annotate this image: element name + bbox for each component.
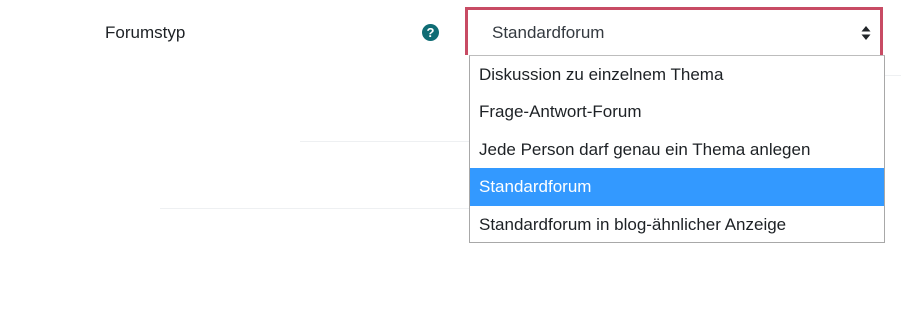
option-standardforum[interactable]: Standardforum (470, 168, 884, 206)
option-jede-person-ein-thema[interactable]: Jede Person darf genau ein Thema anlegen (470, 131, 884, 168)
field-label-forumstyp: Forumstyp (105, 23, 186, 42)
divider (300, 141, 470, 142)
help-icon[interactable]: ? (422, 24, 439, 41)
divider (160, 208, 470, 209)
forum-type-options-list: Diskussion zu einzelnem Thema Frage-Antw… (469, 55, 885, 243)
select-current-value: Standardforum (492, 23, 605, 42)
forum-type-select[interactable]: Standardforum (471, 13, 879, 53)
option-diskussion-einzelnes-thema[interactable]: Diskussion zu einzelnem Thema (470, 56, 884, 93)
sort-arrows-icon (861, 26, 871, 40)
option-standardforum-blog[interactable]: Standardforum in blog-ähnlicher Anzeige (470, 206, 884, 243)
form-row: Forumstyp ? Standardforum Diskussion zu … (0, 0, 901, 324)
option-frage-antwort-forum[interactable]: Frage-Antwort-Forum (470, 93, 884, 130)
